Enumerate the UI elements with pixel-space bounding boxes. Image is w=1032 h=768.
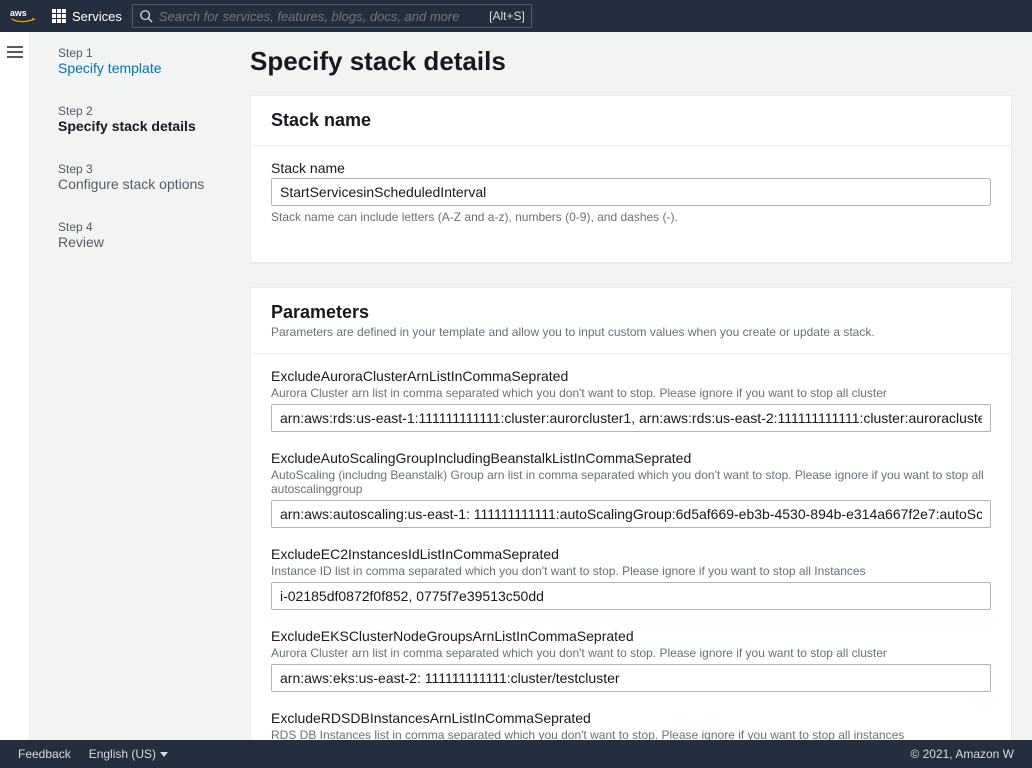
stack-name-label: Stack name: [271, 160, 991, 176]
search-shortcut: [Alt+S]: [489, 9, 525, 23]
search-input[interactable]: [159, 9, 489, 24]
param-label: ExcludeEKSClusterNodeGroupsArnListInComm…: [271, 628, 991, 644]
param-label: ExcludeRDSDBInstancesArnListInCommaSepra…: [271, 710, 991, 726]
step-3: Step 3 Configure stack options: [58, 162, 240, 192]
param-field: ExcludeEC2InstancesIdListInCommaSeprated…: [271, 546, 991, 610]
parameters-sub: Parameters are defined in your template …: [271, 325, 991, 339]
hamburger-icon[interactable]: [7, 46, 23, 58]
param-input[interactable]: [271, 664, 991, 692]
language-selector[interactable]: English (US): [89, 747, 168, 761]
step-1[interactable]: Step 1 Specify template: [58, 46, 240, 76]
caret-down-icon: [160, 752, 168, 757]
stack-name-input[interactable]: [271, 178, 991, 206]
wizard-steps: Step 1 Specify template Step 2 Specify s…: [30, 32, 250, 740]
step-2: Step 2 Specify stack details: [58, 104, 240, 134]
left-rail: [0, 32, 30, 740]
param-input[interactable]: [271, 500, 991, 528]
param-label: ExcludeAuroraClusterArnListInCommaSeprat…: [271, 368, 991, 384]
main-content: Specify stack details Stack name Stack n…: [250, 32, 1032, 740]
copyright: © 2021, Amazon W: [910, 747, 1014, 761]
top-nav: aws Services [Alt+S]: [0, 0, 1032, 32]
services-menu[interactable]: Services: [52, 9, 122, 24]
param-field: ExcludeAuroraClusterArnListInCommaSeprat…: [271, 368, 991, 432]
grid-icon: [52, 9, 66, 23]
param-field: ExcludeRDSDBInstancesArnListInCommaSepra…: [271, 710, 991, 740]
param-field: ExcludeEKSClusterNodeGroupsArnListInComm…: [271, 628, 991, 692]
param-desc: Aurora Cluster arn list in comma separat…: [271, 386, 991, 400]
param-desc: AutoScaling (includng Beanstalk) Group a…: [271, 468, 991, 496]
stack-name-panel: Stack name Stack name Stack name can inc…: [250, 95, 1012, 263]
search-icon: [139, 9, 153, 23]
feedback-link[interactable]: Feedback: [18, 747, 71, 761]
stack-name-hint: Stack name can include letters (A-Z and …: [271, 210, 991, 224]
param-desc: Aurora Cluster arn list in comma separat…: [271, 646, 991, 660]
param-label: ExcludeAutoScalingGroupIncludingBeanstal…: [271, 450, 991, 466]
aws-logo-icon[interactable]: aws: [10, 6, 42, 26]
services-label: Services: [72, 9, 122, 24]
param-field: ExcludeAutoScalingGroupIncludingBeanstal…: [271, 450, 991, 528]
page-title: Specify stack details: [250, 46, 1012, 77]
footer: Feedback English (US) © 2021, Amazon W: [0, 740, 1032, 768]
param-desc: Instance ID list in comma separated whic…: [271, 564, 991, 578]
parameters-panel: Parameters Parameters are defined in you…: [250, 287, 1012, 740]
param-input[interactable]: [271, 404, 991, 432]
parameters-heading: Parameters: [271, 302, 991, 323]
stack-name-heading: Stack name: [271, 110, 991, 131]
search-box[interactable]: [Alt+S]: [132, 4, 532, 28]
svg-text:aws: aws: [10, 8, 27, 18]
param-label: ExcludeEC2InstancesIdListInCommaSeprated: [271, 546, 991, 562]
param-input[interactable]: [271, 582, 991, 610]
param-desc: RDS DB Instances list in comma separated…: [271, 728, 991, 740]
step-4: Step 4 Review: [58, 220, 240, 250]
